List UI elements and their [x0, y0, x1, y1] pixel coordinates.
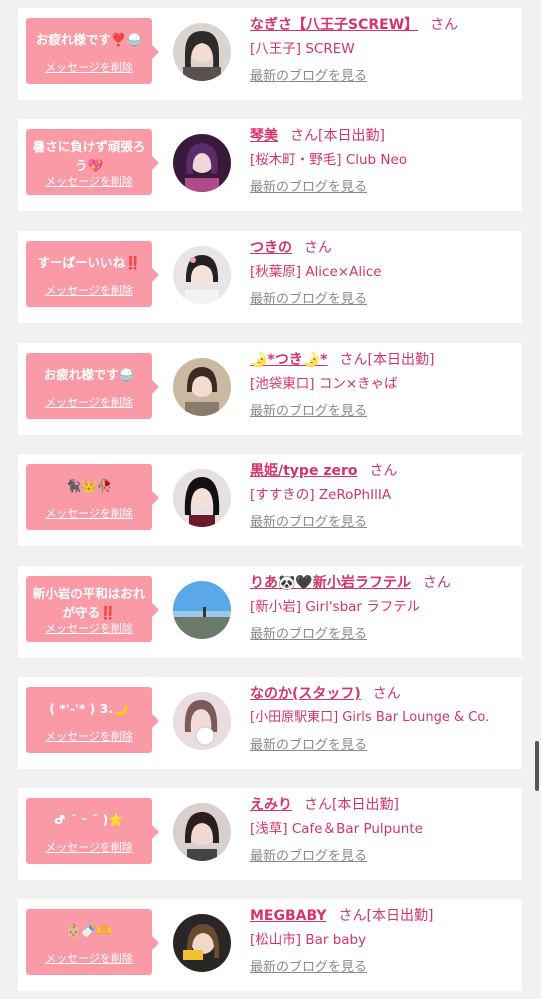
message-text: ᕷ ˘ ᵕ ˘ )⭐: [54, 811, 124, 827]
shop-name: [池袋東口] コン×きゃば: [250, 376, 398, 392]
message-text: 🐈‍⬛👑🥀: [65, 477, 113, 493]
shop-name: [すすきの] ZeRoPhIlIA: [250, 487, 392, 503]
message-text: ( *'-'* ) 3.🌙: [49, 700, 129, 716]
shop-name: [秋葉原] Alice×Alice: [250, 264, 382, 280]
list-item: ( *'-'* ) 3.🌙 メッセージを削除 なのか(スタッフ) さん [小田原駅…: [18, 677, 522, 769]
list-item: お疲れ様です❣️🍚 メッセージを削除 なぎさ【八王子SCREW】 さん [八王子]…: [18, 8, 522, 100]
delete-message-link[interactable]: メッセージを削除: [26, 505, 152, 521]
list-item: 暑さに負けず頑張ろう💖 メッセージを削除 琴美 さん[本日出勤] [桜木町・野毛]…: [18, 119, 522, 211]
latest-blog-link[interactable]: 最新のブログを見る: [250, 178, 367, 198]
message-text: 👶🏼🍼🫶: [65, 922, 113, 938]
list-item: お疲れ様です🍚 メッセージを削除 🌛*つき🌛* さん[本日出勤] [池袋東口] コ…: [18, 343, 522, 435]
cast-name-link[interactable]: 琴美: [250, 128, 278, 144]
honorific: さん: [339, 352, 368, 368]
avatar[interactable]: [173, 246, 231, 304]
honorific: さん: [422, 575, 451, 591]
list-item: 🐈‍⬛👑🥀 メッセージを削除 黒姫/type zero さん [すすきの] ZeR…: [18, 454, 522, 546]
delete-message-link[interactable]: メッセージを削除: [26, 620, 152, 636]
honorific: さん: [372, 686, 401, 702]
latest-blog-link[interactable]: 最新のブログを見る: [250, 402, 367, 422]
avatar[interactable]: [173, 581, 231, 639]
message-bubble: 🐈‍⬛👑🥀 メッセージを削除: [26, 464, 159, 530]
avatar[interactable]: [173, 692, 231, 750]
cast-name-link[interactable]: りあ🐼🖤新小岩ラフテル: [250, 575, 411, 591]
latest-blog-link[interactable]: 最新のブログを見る: [250, 513, 367, 533]
honorific: さん: [290, 128, 318, 144]
list-item: 新小岩の平和はおれが守る‼️ メッセージを削除 りあ🐼🖤新小岩ラフテル さん [新…: [18, 566, 522, 658]
shop-name: [松山市] Bar baby: [250, 932, 367, 948]
message-bubble: 新小岩の平和はおれが守る‼️ メッセージを削除: [26, 576, 159, 642]
cast-name-link[interactable]: つきの: [250, 240, 292, 256]
cast-name-link[interactable]: MEGBABY: [250, 908, 327, 924]
message-bubble: ᕷ ˘ ᵕ ˘ )⭐ メッセージを削除: [26, 798, 159, 864]
shop-name: [新小岩] Girl'sbar ラフテル: [250, 599, 421, 615]
list-item: すーぱーいいね‼️ メッセージを削除 つきの さん [秋葉原] Alice×Ali…: [18, 231, 522, 323]
cast-name-link[interactable]: えみり: [250, 797, 292, 813]
avatar[interactable]: [173, 134, 231, 192]
work-status: [本日出勤]: [366, 908, 434, 924]
message-text: 暑さに負けず頑張ろう💖: [32, 139, 146, 173]
shop-name: [桜木町・野毛] Club Neo: [250, 152, 408, 168]
latest-blog-link[interactable]: 最新のブログを見る: [250, 847, 367, 867]
message-bubble: ( *'-'* ) 3.🌙 メッセージを削除: [26, 687, 159, 753]
shop-name: [小田原駅東口] Girls Bar Lounge & Co.: [250, 710, 490, 725]
delete-message-link[interactable]: メッセージを削除: [26, 839, 152, 855]
latest-blog-link[interactable]: 最新のブログを見る: [250, 736, 367, 756]
latest-blog-link[interactable]: 最新のブログを見る: [250, 625, 367, 645]
message-text: 新小岩の平和はおれが守る‼️: [32, 586, 146, 620]
latest-blog-link[interactable]: 最新のブログを見る: [250, 290, 367, 310]
avatar[interactable]: [173, 803, 231, 861]
honorific: さん: [304, 240, 332, 256]
message-text: お疲れ様です🍚: [43, 366, 135, 382]
honorific: さん: [430, 17, 459, 33]
delete-message-link[interactable]: メッセージを削除: [26, 950, 152, 966]
avatar[interactable]: [173, 914, 231, 972]
work-status: [本日出勤]: [332, 797, 399, 813]
shop-name: [浅草] Cafe＆Bar Pulpunte: [250, 821, 423, 837]
avatar[interactable]: [173, 469, 231, 527]
avatar[interactable]: [173, 358, 231, 416]
list-item: ᕷ ˘ ᵕ ˘ )⭐ メッセージを削除 えみり さん[本日出勤] [浅草] Caf…: [18, 788, 522, 880]
message-text: すーぱーいいね‼️: [37, 254, 141, 270]
cast-name-link[interactable]: なぎさ【八王子SCREW】: [250, 17, 418, 33]
shop-name: [八王子] SCREW: [250, 41, 355, 57]
honorific: さん: [338, 908, 367, 924]
message-bubble: お疲れ様です🍚 メッセージを削除: [26, 353, 159, 419]
delete-message-link[interactable]: メッセージを削除: [26, 59, 152, 75]
latest-blog-link[interactable]: 最新のブログを見る: [250, 67, 367, 87]
message-bubble: 👶🏼🍼🫶 メッセージを削除: [26, 909, 159, 975]
cast-name-link[interactable]: なのか(スタッフ): [250, 686, 361, 702]
message-bubble: 暑さに負けず頑張ろう💖 メッセージを削除: [26, 129, 159, 195]
cast-name-link[interactable]: 🌛*つき🌛*: [250, 352, 328, 368]
latest-blog-link[interactable]: 最新のブログを見る: [250, 958, 367, 978]
message-bubble: すーぱーいいね‼️ メッセージを削除: [26, 241, 159, 307]
work-status: [本日出勤]: [318, 128, 385, 144]
list-item: 👶🏼🍼🫶 メッセージを削除 MEGBABY さん[本日出勤] [松山市] Bar …: [18, 899, 522, 991]
message-text: お疲れ様です❣️🍚: [35, 31, 143, 47]
honorific: さん: [369, 463, 398, 479]
message-bubble: お疲れ様です❣️🍚 メッセージを削除: [26, 18, 159, 84]
delete-message-link[interactable]: メッセージを削除: [26, 282, 152, 298]
honorific: さん: [304, 797, 332, 813]
scrollbar[interactable]: [535, 741, 539, 791]
delete-message-link[interactable]: メッセージを削除: [26, 173, 152, 189]
work-status: [本日出勤]: [367, 352, 435, 368]
delete-message-link[interactable]: メッセージを削除: [26, 728, 152, 744]
avatar[interactable]: [173, 23, 231, 81]
cast-name-link[interactable]: 黒姫/type zero: [250, 463, 358, 479]
delete-message-link[interactable]: メッセージを削除: [26, 394, 152, 410]
